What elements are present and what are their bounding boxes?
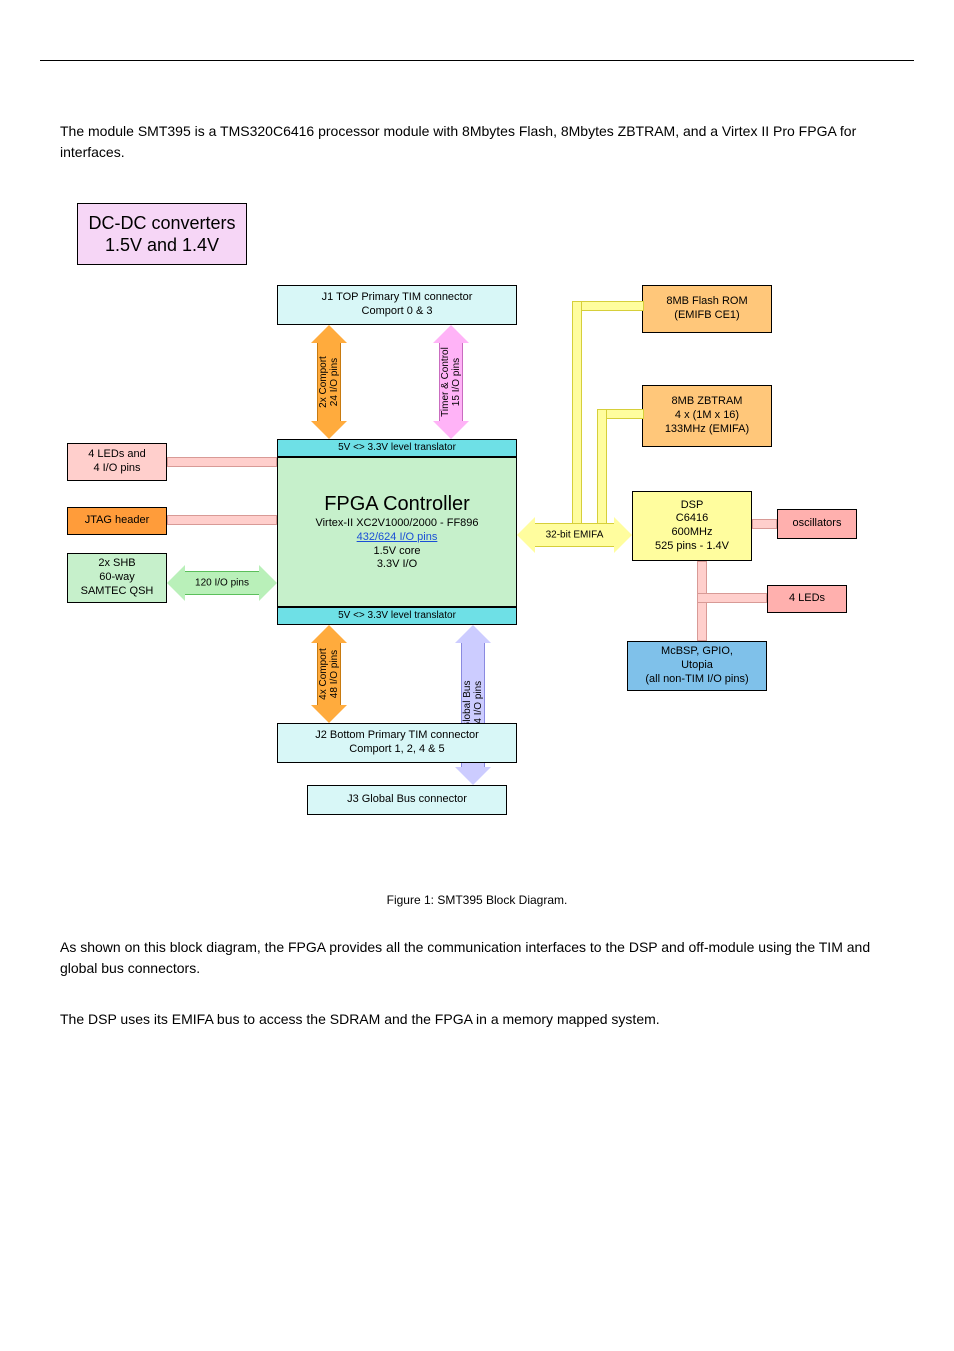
arrow-emifa: 32-bit EMIFA [517,517,632,553]
leds4-block: 4 LEDs [767,585,847,613]
dsp-l1: DSP [681,499,704,513]
oscillators-block: oscillators [777,509,857,539]
flash-block: 8MB Flash ROM (EMIFB CE1) [642,285,772,333]
leds-io-bar [167,457,277,467]
mcbsp-l2: Utopia [681,659,713,673]
leds4-bar [697,593,767,603]
jtag-bar [167,515,277,525]
j2-l1: J2 Bottom Primary TIM connector [315,729,479,743]
shb-l1: 2x SHB [98,557,135,571]
level-translator-bottom: 5V <> 3.3V level translator [277,607,517,625]
fpga-l2: Virtex-II XC2V1000/2000 - FF896 [315,517,478,531]
j2-l2: Comport 1, 2, 4 & 5 [349,743,444,757]
lvl-bot-text: 5V <> 3.3V level translator [338,610,456,623]
zbt-l3: 133MHz (EMIFA) [665,423,749,437]
fpga-l4: 1.5V core [373,545,420,559]
leds-io-block: 4 LEDs and 4 I/O pins [67,443,167,481]
arrow-4x-comport: 4x Comport48 I/O pins [311,625,347,723]
flash-l2: (EMIFB CE1) [674,309,739,323]
zbt-l1: 8MB ZBTRAM [672,395,743,409]
arrow-emifa-label: 32-bit EMIFA [546,530,604,541]
bus-to-flash-h [572,301,644,311]
intro-text: The module SMT395 is a TMS320C6416 proce… [60,121,894,163]
block-diagram: DC-DC converters 1.5V and 1.4V J1 TOP Pr… [67,203,887,863]
arrow-shb: 120 I/O pins [167,565,277,601]
shb-l3: SAMTEC QSH [81,585,154,599]
osc-text: oscillators [793,517,842,531]
zbt-l2: 4 x (1M x 16) [675,409,739,423]
arrow-4x-comport-label: 4x Comport48 I/O pins [318,648,340,700]
arrow-2x-comport-label: 2x Comport24 I/O pins [318,356,340,408]
dsp-l2: C6416 [676,512,708,526]
j3-text: J3 Global Bus connector [347,793,467,807]
fpga-title: FPGA Controller [324,492,470,517]
osc-bar [752,519,777,529]
zbtram-block: 8MB ZBTRAM 4 x (1M x 16) 133MHz (EMIFA) [642,385,772,447]
j3-connector: J3 Global Bus connector [307,785,507,815]
flash-l1: 8MB Flash ROM [666,295,747,309]
dsp-l3: 600MHz [672,526,713,540]
j1-l1: J1 TOP Primary TIM connector [322,291,473,305]
dsp-l4: 525 pins - 1.4V [655,540,729,554]
jtag-block: JTAG header [67,507,167,535]
lvl-top-text: 5V <> 3.3V level translator [338,442,456,455]
fpga-l5: 3.3V I/O [377,558,417,572]
dcdc-l2: 1.5V and 1.4V [105,234,219,257]
bus-to-flash-v [572,301,582,527]
bus-to-zbt-v [597,409,607,527]
dsp-block: DSP C6416 600MHz 525 pins - 1.4V [632,491,752,561]
shb-l2: 60-way [99,571,134,585]
post-text-2: The DSP uses its EMIFA bus to access the… [60,1009,894,1030]
level-translator-top: 5V <> 3.3V level translator [277,439,517,457]
dcdc-l1: DC-DC converters [88,212,235,235]
dcdc-block: DC-DC converters 1.5V and 1.4V [77,203,247,265]
shb-block: 2x SHB 60-way SAMTEC QSH [67,553,167,603]
j2-connector: J2 Bottom Primary TIM connector Comport … [277,723,517,763]
fpga-pins-link[interactable]: 432/624 I/O pins [357,531,438,545]
arrow-shb-label: 120 I/O pins [195,578,249,589]
arrow-2x-comport: 2x Comport24 I/O pins [311,325,347,439]
mcbsp-l1: McBSP, GPIO, [661,645,733,659]
mcbsp-l3: (all non-TIM I/O pins) [645,673,748,687]
arrow-timer: Timer & Control15 I/O pins [433,325,469,439]
leds-io-l2: 4 I/O pins [93,462,140,476]
post-text-1: As shown on this block diagram, the FPGA… [60,937,894,979]
mcbsp-block: McBSP, GPIO, Utopia (all non-TIM I/O pin… [627,641,767,691]
figure-caption: Figure 1: SMT395 Block Diagram. [0,893,954,907]
fpga-block: FPGA Controller Virtex-II XC2V1000/2000 … [277,457,517,607]
j1-connector: J1 TOP Primary TIM connector Comport 0 &… [277,285,517,325]
leds-io-l1: 4 LEDs and [88,448,145,462]
leds4-text: 4 LEDs [789,592,825,606]
j1-l2: Comport 0 & 3 [362,305,433,319]
arrow-timer-label: Timer & Control15 I/O pins [440,347,462,417]
jtag-text: JTAG header [85,514,150,528]
